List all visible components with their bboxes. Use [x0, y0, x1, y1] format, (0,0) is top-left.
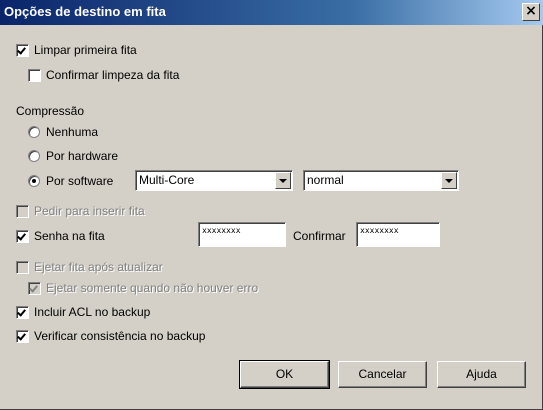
- title-bar: Opções de destino em fita ×: [0, 0, 543, 25]
- verificar-consistencia-checkbox[interactable]: [16, 329, 29, 343]
- compressao-software-radio[interactable]: [28, 175, 40, 187]
- compression-level-value: normal: [307, 173, 344, 187]
- confirm-password-field[interactable]: xxxxxxxx: [356, 222, 440, 247]
- pedir-inserir-fita-label: Pedir para inserir fita: [34, 204, 145, 218]
- compression-level-select[interactable]: normal: [303, 170, 459, 191]
- compressao-software-label: Por software: [46, 174, 114, 188]
- compressao-nenhuma-label: Nenhuma: [46, 125, 99, 139]
- compressao-hardware-radio[interactable]: [28, 150, 40, 162]
- compression-method-select[interactable]: Multi-Core: [135, 170, 293, 191]
- confirmar-limpeza-checkbox[interactable]: [28, 68, 41, 82]
- ok-button[interactable]: OK: [239, 360, 330, 389]
- compression-method-value: Multi-Core: [139, 173, 195, 187]
- incluir-acl-checkbox[interactable]: [16, 305, 29, 319]
- senha-na-fita-checkbox[interactable]: [16, 229, 29, 243]
- compressao-hardware-label: Por hardware: [46, 149, 119, 163]
- cancel-button[interactable]: Cancelar: [338, 361, 427, 388]
- ejetar-sem-erro-checkbox: [28, 281, 41, 295]
- senha-na-fita-label: Senha na fita: [34, 229, 105, 243]
- help-button[interactable]: Ajuda: [437, 361, 526, 388]
- pedir-inserir-fita-option: Pedir para inserir fita: [16, 203, 145, 219]
- limpar-primeira-fita-option[interactable]: Limpar primeira fita: [16, 42, 137, 58]
- compressao-nenhuma-radio[interactable]: [28, 126, 40, 138]
- dialog-window: Opções de destino em fita × Limpar prime…: [0, 0, 543, 410]
- ejetar-fita-label: Ejetar fita após atualizar: [34, 260, 163, 274]
- compressao-label: Compressão: [16, 104, 85, 118]
- ejetar-fita-checkbox: [16, 260, 29, 274]
- limpar-primeira-fita-label: Limpar primeira fita: [34, 43, 137, 57]
- verificar-consistencia-label: Verificar consistência no backup: [34, 329, 206, 343]
- incluir-acl-option[interactable]: Incluir ACL no backup: [16, 304, 150, 320]
- compressao-hardware-option[interactable]: Por hardware: [28, 148, 118, 164]
- senha-na-fita-option[interactable]: Senha na fita: [16, 228, 105, 244]
- ejetar-fita-option: Ejetar fita após atualizar: [16, 259, 163, 275]
- compressao-software-option[interactable]: Por software: [28, 173, 113, 189]
- confirmar-limpeza-label: Confirmar limpeza da fita: [46, 68, 180, 82]
- confirmar-limpeza-option[interactable]: Confirmar limpeza da fita: [28, 67, 179, 83]
- password-field[interactable]: xxxxxxxx: [198, 222, 286, 247]
- close-button[interactable]: ×: [522, 3, 540, 21]
- chevron-down-icon[interactable]: [441, 172, 457, 189]
- confirm-password-label: Confirmar: [293, 229, 346, 243]
- ejetar-sem-erro-label: Ejetar somente quando não houver erro: [46, 281, 259, 295]
- chevron-down-icon[interactable]: [275, 172, 291, 189]
- limpar-primeira-fita-checkbox[interactable]: [16, 43, 29, 57]
- incluir-acl-label: Incluir ACL no backup: [34, 305, 151, 319]
- dialog-title: Opções de destino em fita: [4, 4, 166, 19]
- verificar-consistencia-option[interactable]: Verificar consistência no backup: [16, 328, 205, 344]
- compressao-nenhuma-option[interactable]: Nenhuma: [28, 124, 98, 140]
- ejetar-sem-erro-option: Ejetar somente quando não houver erro: [28, 280, 258, 296]
- pedir-inserir-fita-checkbox: [16, 204, 29, 218]
